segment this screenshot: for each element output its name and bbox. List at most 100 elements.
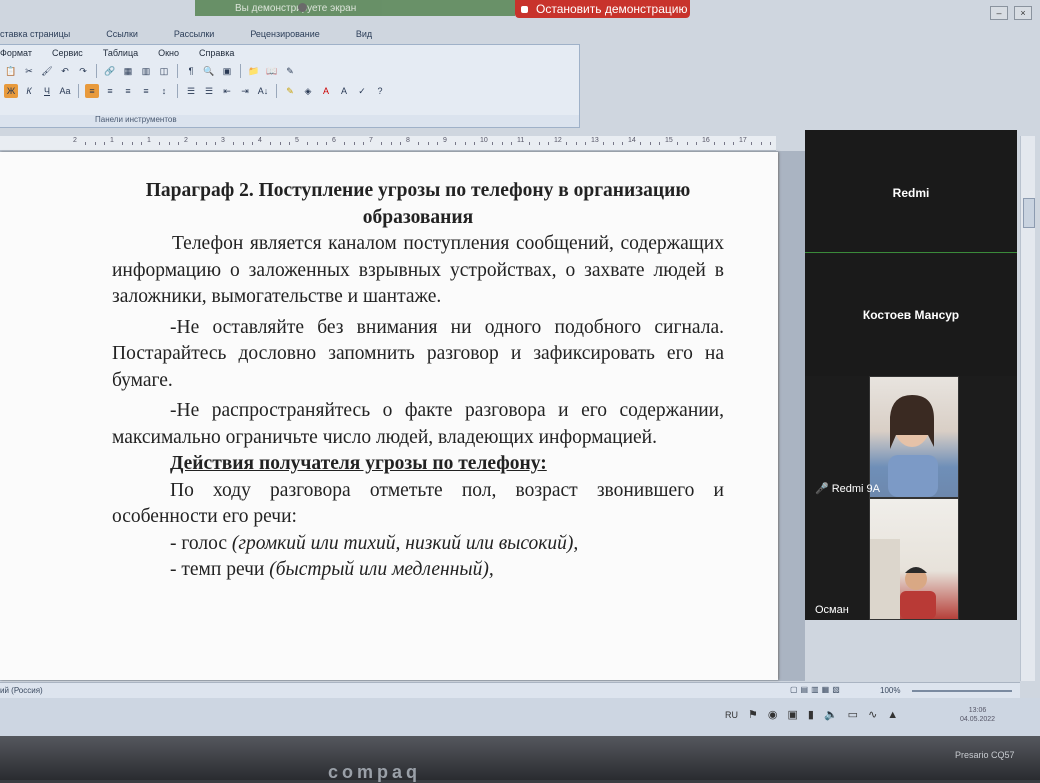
zoom-slider[interactable] [912, 690, 1012, 692]
highlight-icon[interactable]: ✎ [283, 64, 297, 78]
formatting-toolbar: Ж К Ч Aa ≡ ≡ ≡ ≡ ↕ ☰ ☰ ⇤ ⇥ A↓ ✎ ◈ A A ✓ … [0, 81, 579, 101]
participant-name: Redmi 9A [831, 482, 880, 495]
separator [177, 84, 178, 98]
menu-format[interactable]: Формат [0, 48, 42, 58]
flag-icon[interactable]: ⚑ [748, 708, 758, 721]
participant-tile-redmi[interactable]: Redmi [805, 130, 1017, 253]
taskbar: RU ⚑ ◉ ▣ ▮ 🔈 ▭ ∿ ▲ 13:06 04.05.2022 [0, 698, 1040, 736]
horizontal-ruler[interactable]: 2 1 1 2 3 4 5 6 7 8 9 10 11 12 13 14 15 16 17 [0, 136, 776, 151]
volume-icon[interactable]: 🔈 [824, 708, 838, 721]
ruler-tick [760, 142, 762, 145]
view-buttons-icon[interactable]: ▢▤▥▦▧ [790, 685, 843, 694]
ruler-tick [288, 142, 290, 145]
language-indicator[interactable]: ий (Россия) [0, 686, 43, 695]
list-item-tempo-detail: (быстрый или медленный), [269, 559, 494, 580]
cut-icon[interactable]: ✂ [22, 64, 36, 78]
align-left-icon[interactable]: ≡ [85, 84, 99, 98]
line-spacing-icon[interactable]: ↕ [157, 84, 171, 98]
decrease-indent-icon[interactable]: ⇤ [220, 84, 234, 98]
show-marks-icon[interactable]: ¶ [184, 64, 198, 78]
participant-video-redmi-9a[interactable] [869, 376, 959, 498]
highlight-color-icon[interactable]: ✎ [283, 84, 297, 98]
folder-icon[interactable]: 📁 [247, 64, 261, 78]
read-mode-icon[interactable]: ▣ [220, 64, 234, 78]
notification-icon[interactable]: ▲ [887, 709, 898, 721]
ruler-tick [649, 142, 651, 145]
ruler-tick [196, 142, 198, 145]
document-page[interactable]: Параграф 2. Поступление угрозы по телефо… [0, 152, 778, 680]
undo-icon[interactable]: ↶ [58, 64, 72, 78]
hyperlink-icon[interactable]: 🔗 [103, 64, 117, 78]
tab-mailings[interactable]: Рассылки [156, 26, 232, 42]
zoom-icon[interactable]: 🔍 [202, 64, 216, 78]
sort-icon[interactable]: A↓ [256, 84, 270, 98]
ruler-tick [501, 142, 503, 145]
table-icon[interactable]: ▦ [121, 64, 135, 78]
participant-video-osman[interactable] [869, 498, 959, 620]
separator [78, 84, 79, 98]
zoom-level[interactable]: 100% [880, 686, 900, 695]
ruler-number: 7 [369, 137, 373, 144]
close-icon[interactable]: × [1014, 6, 1032, 20]
app-icon[interactable]: ◉ [768, 708, 778, 721]
network-icon[interactable]: ▮ [808, 708, 814, 721]
toolbar-panel-label: Панели инструментов [0, 115, 579, 127]
research-icon[interactable]: 📖 [265, 64, 279, 78]
align-center-icon[interactable]: ≡ [103, 84, 117, 98]
battery-icon[interactable]: ▭ [848, 708, 858, 721]
italic-icon[interactable]: К [22, 84, 36, 98]
mic-muted-icon: 🎤 [815, 483, 829, 495]
align-right-icon[interactable]: ≡ [121, 84, 135, 98]
justify-icon[interactable]: ≡ [139, 84, 153, 98]
menu-table[interactable]: Таблица [93, 48, 148, 58]
ruler-number: 1 [110, 137, 114, 144]
paragraph-2: -Не оставляйте без внимания ни одного по… [112, 316, 724, 391]
vertical-scrollbar[interactable] [1020, 136, 1035, 681]
text-effects-icon[interactable]: A [337, 84, 351, 98]
drawing-icon[interactable]: ◫ [157, 64, 171, 78]
monitor-bezel [0, 736, 1040, 780]
menu-window[interactable]: Окно [148, 48, 189, 58]
underline-icon[interactable]: Ч [40, 84, 54, 98]
stop-sharing-button[interactable]: Остановить демонстрацию [515, 0, 690, 18]
toolbars-panel: Формат Сервис Таблица Окно Справка 📋 ✂ 🖌… [0, 44, 580, 128]
menu-help[interactable]: Справка [189, 48, 244, 58]
wifi-icon[interactable]: ∿ [868, 708, 877, 721]
font-size-icon[interactable]: Aa [58, 84, 72, 98]
tab-review[interactable]: Рецензирование [232, 26, 338, 42]
system-tray: RU ⚑ ◉ ▣ ▮ 🔈 ▭ ∿ ▲ [725, 708, 898, 722]
spelling-icon[interactable]: ✓ [355, 84, 369, 98]
numbering-icon[interactable]: ☰ [184, 84, 198, 98]
tab-references[interactable]: Ссылки [88, 26, 156, 42]
ruler-tick [390, 142, 392, 145]
ruler-tick [510, 142, 512, 145]
ruler-tick [612, 142, 614, 145]
ruler-tick [233, 142, 235, 145]
ruler-tick [621, 142, 623, 145]
ruler-tick [769, 142, 771, 145]
ruler-tick [732, 142, 734, 145]
increase-indent-icon[interactable]: ⇥ [238, 84, 252, 98]
fill-color-icon[interactable]: ◈ [301, 84, 315, 98]
minimize-icon[interactable]: – [990, 6, 1008, 20]
format-painter-icon[interactable]: 🖌 [40, 64, 54, 78]
bold-icon[interactable]: Ж [4, 84, 18, 98]
clock[interactable]: 13:06 04.05.2022 [960, 706, 995, 724]
participant-tile-kostoev[interactable]: Костоев Мансур [805, 254, 1017, 376]
columns-icon[interactable]: ▥ [139, 64, 153, 78]
camera-icon[interactable]: ▣ [787, 708, 797, 721]
font-color-icon[interactable]: A [319, 84, 333, 98]
tab-view[interactable]: Вид [338, 26, 390, 42]
language-indicator[interactable]: RU [725, 710, 738, 720]
menu-service[interactable]: Сервис [42, 48, 93, 58]
redo-icon[interactable]: ↷ [76, 64, 90, 78]
tab-page-layout[interactable]: Вставка страницы [0, 26, 88, 42]
ruler-tick [714, 142, 716, 145]
paste-icon[interactable]: 📋 [4, 64, 18, 78]
ruler-tick [603, 142, 605, 145]
ruler-number: 5 [295, 137, 299, 144]
scrollbar-thumb[interactable] [1023, 198, 1035, 228]
document-title: Параграф 2. Поступление угрозы по телефо… [145, 180, 691, 228]
help-icon[interactable]: ? [373, 84, 387, 98]
bullets-icon[interactable]: ☰ [202, 84, 216, 98]
